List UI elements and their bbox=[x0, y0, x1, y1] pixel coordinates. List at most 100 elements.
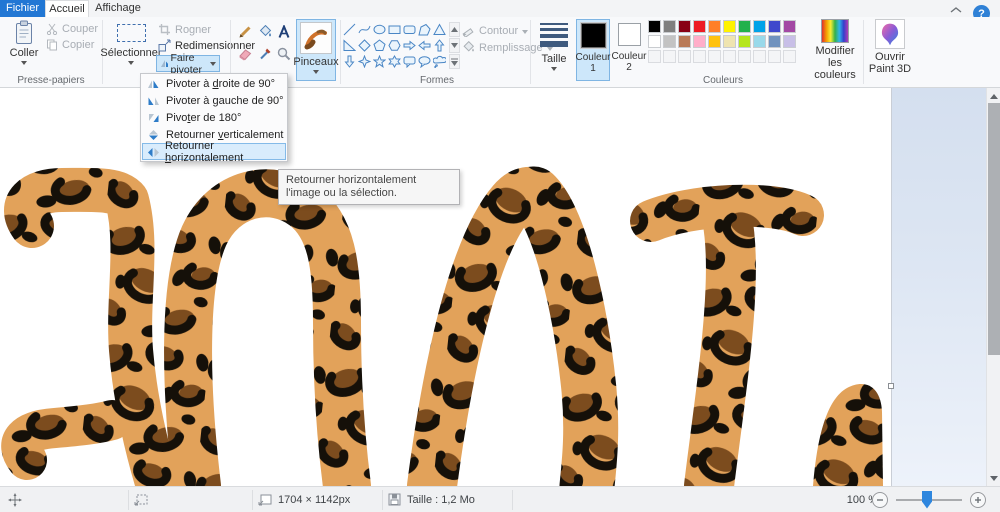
shape-arrow-down-icon[interactable] bbox=[342, 53, 357, 69]
shape-oval-icon[interactable] bbox=[372, 21, 387, 37]
color1-label: Couleur bbox=[575, 52, 611, 63]
shapes-scroll-down-button[interactable] bbox=[449, 38, 460, 53]
color2-button[interactable]: Couleur 2 bbox=[611, 19, 647, 81]
palette-swatch[interactable] bbox=[768, 20, 781, 33]
palette-swatch[interactable] bbox=[678, 35, 691, 48]
shape-pentagon-icon[interactable] bbox=[372, 37, 387, 53]
eraser-tool[interactable] bbox=[237, 46, 253, 62]
vertical-scrollbar[interactable] bbox=[986, 88, 1000, 486]
clipboard-icon bbox=[16, 20, 32, 44]
shape-diamond-icon[interactable] bbox=[357, 37, 372, 53]
color-picker-tool[interactable] bbox=[257, 46, 273, 62]
select-button[interactable]: Sélectionner bbox=[100, 20, 162, 76]
tab-affichage[interactable]: Affichage bbox=[89, 0, 147, 17]
magnifier-tool[interactable] bbox=[276, 46, 292, 62]
palette-swatch[interactable] bbox=[678, 20, 691, 33]
shape-rounded-rectangle-icon[interactable] bbox=[402, 21, 417, 37]
menu-item-flip-horizontal[interactable]: Retourner horizontalement bbox=[142, 140, 286, 164]
menu-item-rotate-right-90[interactable]: Pivoter à droite de 90° bbox=[142, 75, 286, 92]
shape-arrow-up-icon[interactable] bbox=[432, 37, 447, 53]
plus-icon bbox=[975, 496, 981, 503]
outline-button[interactable]: Contour bbox=[462, 24, 529, 37]
shape-line-icon[interactable] bbox=[342, 21, 357, 37]
shape-right-triangle-icon[interactable] bbox=[342, 37, 357, 53]
zoom-out-button[interactable] bbox=[872, 491, 888, 508]
shapes-scroll-up-button[interactable] bbox=[449, 22, 460, 37]
palette-swatch[interactable] bbox=[723, 35, 736, 48]
palette-swatch-empty[interactable] bbox=[738, 50, 751, 63]
palette-swatch[interactable] bbox=[738, 20, 751, 33]
shape-arrow-left-icon[interactable] bbox=[417, 37, 432, 53]
menu-item-rotate-180[interactable]: Pivoter de 180° bbox=[142, 109, 286, 126]
menu-item-rotate-left-90[interactable]: Pivoter à gauche de 90° bbox=[142, 92, 286, 109]
palette-swatch[interactable] bbox=[693, 35, 706, 48]
shape-curve-icon[interactable] bbox=[357, 21, 372, 37]
tab-fichier[interactable]: Fichier bbox=[0, 0, 45, 17]
shape-triangle-icon[interactable] bbox=[432, 21, 447, 37]
palette-swatch-empty[interactable] bbox=[723, 50, 736, 63]
fill-tool[interactable] bbox=[257, 24, 273, 40]
size-button[interactable]: Taille bbox=[533, 20, 575, 78]
palette-swatch[interactable] bbox=[708, 20, 721, 33]
palette-swatch[interactable] bbox=[783, 35, 796, 48]
scissors-icon bbox=[46, 23, 58, 35]
flip-vertical-icon bbox=[149, 129, 158, 140]
shapes-more-button[interactable] bbox=[449, 54, 460, 69]
brushes-button[interactable]: Pinceaux bbox=[293, 19, 339, 81]
palette-swatch-empty[interactable] bbox=[768, 50, 781, 63]
drawing-canvas[interactable] bbox=[0, 88, 892, 486]
scrollbar-thumb[interactable] bbox=[988, 103, 1000, 355]
color2-number: 2 bbox=[626, 62, 632, 73]
color2-swatch bbox=[617, 23, 641, 46]
palette-swatch[interactable] bbox=[768, 35, 781, 48]
shape-arrow-right-icon[interactable] bbox=[402, 37, 417, 53]
shape-callout-rounded-icon[interactable] bbox=[402, 53, 417, 69]
copy-button[interactable]: Copier bbox=[46, 39, 94, 51]
file-size-indicator: Taille : 1,2 Mo bbox=[388, 487, 475, 512]
palette-swatch-empty[interactable] bbox=[663, 50, 676, 63]
zoom-in-button[interactable] bbox=[970, 491, 986, 508]
palette-swatch[interactable] bbox=[753, 35, 766, 48]
scroll-up-icon[interactable] bbox=[987, 89, 1000, 103]
size-label: Taille bbox=[541, 53, 567, 65]
palette-swatch[interactable] bbox=[738, 35, 751, 48]
shape-hexagon-icon[interactable] bbox=[387, 37, 402, 53]
shape-star-4-icon[interactable] bbox=[357, 53, 372, 69]
palette-swatch[interactable] bbox=[663, 20, 676, 33]
pencil-tool[interactable] bbox=[237, 24, 253, 40]
shape-rectangle-icon[interactable] bbox=[387, 21, 402, 37]
zoom-slider-track[interactable] bbox=[896, 490, 962, 509]
palette-swatch[interactable] bbox=[723, 20, 736, 33]
palette-swatch[interactable] bbox=[663, 35, 676, 48]
palette-swatch[interactable] bbox=[753, 20, 766, 33]
palette-swatch[interactable] bbox=[708, 35, 721, 48]
canvas-resize-handle[interactable] bbox=[888, 383, 894, 389]
palette-swatch[interactable] bbox=[648, 20, 661, 33]
palette-swatch[interactable] bbox=[783, 20, 796, 33]
palette-swatch-empty[interactable] bbox=[648, 50, 661, 63]
shape-polygon-icon[interactable] bbox=[417, 21, 432, 37]
color1-button[interactable]: Couleur 1 bbox=[575, 19, 611, 81]
shape-star-5-icon[interactable] bbox=[372, 53, 387, 69]
palette-swatch-empty[interactable] bbox=[783, 50, 796, 63]
palette-swatch-empty[interactable] bbox=[753, 50, 766, 63]
palette-swatch[interactable] bbox=[648, 35, 661, 48]
collapse-ribbon-button[interactable] bbox=[950, 5, 962, 17]
shape-callout-cloud-icon[interactable] bbox=[432, 53, 447, 69]
cut-button[interactable]: Couper bbox=[46, 23, 98, 35]
paste-button[interactable]: Coller bbox=[6, 20, 42, 76]
palette-swatch-empty[interactable] bbox=[678, 50, 691, 63]
zoom-slider-thumb[interactable] bbox=[922, 490, 932, 509]
shape-star-6-icon[interactable] bbox=[387, 53, 402, 69]
rotate-button[interactable]: Faire pivoter bbox=[156, 52, 220, 76]
shape-callout-oval-icon[interactable] bbox=[417, 53, 432, 69]
edit-colors-button[interactable]: Modifier les couleurs bbox=[810, 19, 860, 81]
palette-swatch-empty[interactable] bbox=[708, 50, 721, 63]
palette-swatch[interactable] bbox=[693, 20, 706, 33]
open-paint3d-button[interactable]: Ouvrir Paint 3D bbox=[867, 19, 913, 81]
tab-accueil[interactable]: Accueil bbox=[45, 0, 89, 17]
palette-swatch-empty[interactable] bbox=[693, 50, 706, 63]
text-tool[interactable] bbox=[276, 24, 292, 40]
scroll-down-icon[interactable] bbox=[987, 471, 1000, 485]
crop-button[interactable]: Rogner bbox=[158, 23, 211, 36]
